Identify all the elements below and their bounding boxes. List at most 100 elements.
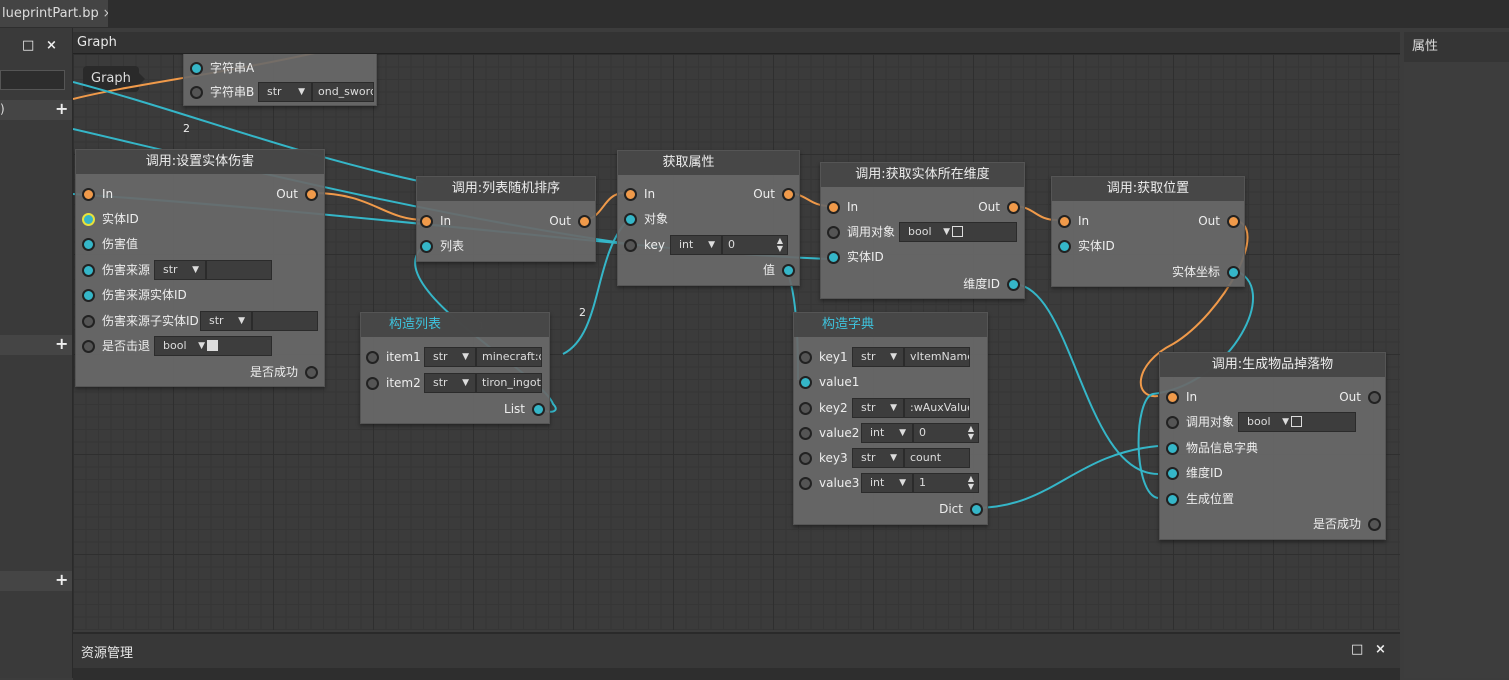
output-pin[interactable] xyxy=(1368,518,1381,531)
type-select[interactable]: str ▼ xyxy=(424,373,476,393)
left-search-input[interactable] xyxy=(0,70,65,90)
input-pin[interactable] xyxy=(827,251,840,264)
input-pin[interactable] xyxy=(1166,493,1179,506)
node-get-position[interactable]: 调用:获取位置 In Out 实体ID 实体坐标 xyxy=(1051,176,1245,287)
output-pin[interactable] xyxy=(1007,278,1020,291)
input-pin[interactable] xyxy=(82,289,95,302)
type-select[interactable]: int ▼ xyxy=(670,235,722,255)
close-icon[interactable]: × xyxy=(46,38,57,53)
value-input[interactable]: count xyxy=(904,448,970,468)
value-input[interactable]: :wAuxValue xyxy=(904,398,970,418)
node-get-entity-dimension[interactable]: 调用:获取实体所在维度 In Out 调用对象 bool ▼ 实体ID 维度ID xyxy=(820,162,1025,299)
pin-label: In xyxy=(644,187,656,201)
type-select[interactable]: str ▼ xyxy=(424,347,476,367)
output-pin[interactable] xyxy=(1227,266,1240,279)
properties-panel: 属性 xyxy=(1404,32,1509,678)
input-pin[interactable] xyxy=(82,264,95,277)
input-pin[interactable] xyxy=(799,402,812,415)
node-list-shuffle[interactable]: 调用:列表随机排序 In Out 列表 xyxy=(416,176,596,262)
add-icon[interactable]: + xyxy=(55,99,68,118)
exec-in-pin[interactable] xyxy=(1166,391,1179,404)
type-select[interactable]: str ▼ xyxy=(852,448,904,468)
pin-label: In xyxy=(1078,214,1090,228)
node-string-concat[interactable]: 字符串A 字符串B str ▼ ond_sword xyxy=(183,54,377,106)
value-input[interactable]: tiron_ingot xyxy=(476,373,542,393)
checkbox[interactable] xyxy=(952,226,963,237)
bool-select[interactable]: bool ▼ xyxy=(899,222,1017,242)
number-input[interactable]: 0 ▲ ▼ xyxy=(913,423,979,443)
input-pin[interactable] xyxy=(82,315,95,328)
file-tab[interactable]: lueprintPart.bp × xyxy=(0,0,108,27)
exec-in-pin[interactable] xyxy=(1058,215,1071,228)
close-tab-icon[interactable]: × xyxy=(103,6,108,20)
input-pin[interactable] xyxy=(190,86,203,99)
left-section-row[interactable]: ) + xyxy=(0,99,72,120)
input-pin[interactable] xyxy=(827,226,840,239)
value-input[interactable] xyxy=(252,311,318,331)
checkbox[interactable] xyxy=(1291,416,1302,427)
type-select[interactable]: str ▼ xyxy=(852,398,904,418)
exec-in-pin[interactable] xyxy=(420,215,433,228)
output-pin[interactable] xyxy=(970,503,983,516)
value-input[interactable] xyxy=(206,260,272,280)
value-input[interactable]: vItemName xyxy=(904,347,970,367)
input-pin[interactable] xyxy=(190,62,203,75)
type-select[interactable]: str ▼ xyxy=(200,311,252,331)
value-input[interactable]: ond_sword xyxy=(312,82,374,102)
input-pin[interactable] xyxy=(799,351,812,364)
type-select[interactable]: str ▼ xyxy=(258,82,312,102)
bool-select[interactable]: bool ▼ xyxy=(1238,412,1356,432)
input-pin[interactable] xyxy=(799,452,812,465)
exec-in-pin[interactable] xyxy=(827,201,840,214)
input-pin[interactable] xyxy=(799,376,812,389)
input-pin[interactable] xyxy=(82,213,95,226)
input-pin[interactable] xyxy=(1166,416,1179,429)
input-pin[interactable] xyxy=(624,239,637,252)
close-icon[interactable]: × xyxy=(1375,642,1386,657)
output-pin[interactable] xyxy=(532,403,545,416)
graph-canvas[interactable]: Graph 2 1 2 字符串A 字符串B str▼ ond_sword xyxy=(73,54,1400,630)
output-pin[interactable] xyxy=(782,264,795,277)
type-select[interactable]: int ▼ xyxy=(861,473,913,493)
value-input[interactable]: minecraft:di xyxy=(476,347,542,367)
input-pin[interactable] xyxy=(799,477,812,490)
type-select[interactable]: int ▼ xyxy=(861,423,913,443)
input-pin[interactable] xyxy=(799,427,812,440)
exec-out-pin[interactable] xyxy=(1227,215,1240,228)
checkbox[interactable] xyxy=(207,340,218,351)
input-pin[interactable] xyxy=(1166,442,1179,455)
exec-out-pin[interactable] xyxy=(578,215,591,228)
exec-out-pin[interactable] xyxy=(1368,391,1381,404)
input-pin[interactable] xyxy=(366,351,379,364)
node-spawn-item-drop[interactable]: 调用:生成物品掉落物 In Out 调用对象 bool ▼ 物品信息字典 维度ID… xyxy=(1159,352,1386,540)
exec-out-pin[interactable] xyxy=(1007,201,1020,214)
add-icon[interactable]: + xyxy=(55,570,68,589)
type-select[interactable]: str ▼ xyxy=(154,260,206,280)
bool-select[interactable]: bool ▼ xyxy=(154,336,272,356)
maximize-icon[interactable]: □ xyxy=(1351,642,1363,657)
number-input[interactable]: 1 ▲ ▼ xyxy=(913,473,979,493)
input-pin[interactable] xyxy=(624,213,637,226)
input-pin[interactable] xyxy=(1058,240,1071,253)
type-select[interactable]: str ▼ xyxy=(852,347,904,367)
input-pin[interactable] xyxy=(1166,467,1179,480)
input-pin[interactable] xyxy=(420,240,433,253)
node-set-entity-damage[interactable]: 调用:设置实体伤害 In Out 实体ID 伤害值 伤害来源 str ▼ 伤害来源… xyxy=(75,149,325,387)
node-title: 获取属性 xyxy=(618,151,799,175)
input-pin[interactable] xyxy=(82,238,95,251)
exec-in-pin[interactable] xyxy=(82,188,95,201)
output-pin[interactable] xyxy=(305,366,318,379)
left-section-row[interactable]: + xyxy=(0,334,72,355)
node-build-dict[interactable]: 构造字典 key1 str ▼ vItemName value1 key2 str… xyxy=(793,312,988,525)
maximize-icon[interactable]: □ xyxy=(22,38,34,53)
exec-out-pin[interactable] xyxy=(782,188,795,201)
input-pin[interactable] xyxy=(366,377,379,390)
add-icon[interactable]: + xyxy=(55,334,68,353)
number-input[interactable]: 0 ▲ ▼ xyxy=(722,235,788,255)
left-section-row[interactable]: + xyxy=(0,570,72,591)
input-pin[interactable] xyxy=(82,340,95,353)
exec-out-pin[interactable] xyxy=(305,188,318,201)
node-build-list[interactable]: 构造列表 item1 str ▼ minecraft:di item2 str ▼ … xyxy=(360,312,550,424)
node-get-attribute[interactable]: 获取属性 In Out 对象 key int ▼ 0 ▲ ▼ 值 xyxy=(617,150,800,286)
exec-in-pin[interactable] xyxy=(624,188,637,201)
